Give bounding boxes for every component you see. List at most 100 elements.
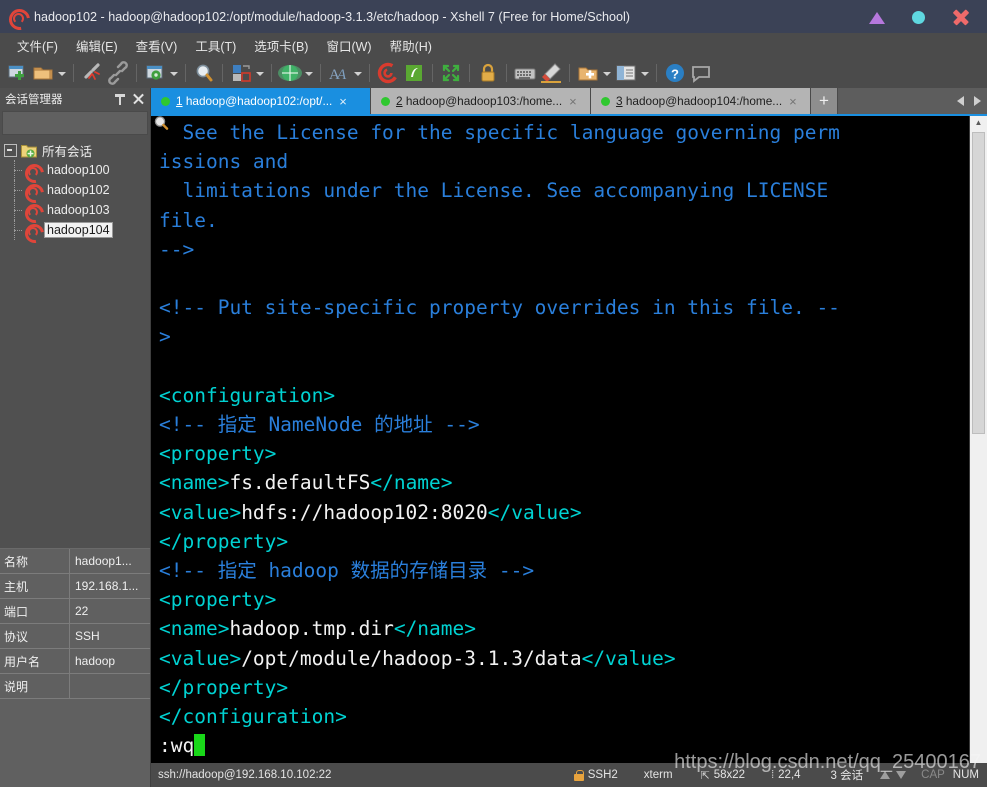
session-item-hadoop104[interactable]: hadoop104 (0, 219, 150, 247)
chevron-right-icon[interactable] (974, 96, 981, 106)
link-icon[interactable] (106, 61, 130, 85)
tab-bar-filler (838, 88, 987, 114)
menu-view[interactable]: 查看(V) (127, 33, 187, 58)
chevron-down-icon[interactable] (303, 61, 314, 85)
triangle-minimize-icon[interactable] (867, 7, 887, 27)
terminal-line: <property> (159, 585, 969, 614)
menu-edit[interactable]: 编辑(E) (67, 33, 127, 58)
menu-tools[interactable]: 工具(T) (186, 33, 245, 58)
xshell-icon[interactable] (376, 61, 400, 85)
tab-hadoop102[interactable]: 1 hadoop@hadoop102:/opt/... × (151, 88, 371, 114)
split-view-icon[interactable] (614, 61, 638, 85)
chevron-down-icon[interactable] (168, 61, 179, 85)
scroll-up-icon[interactable]: ▲ (975, 116, 983, 130)
tab-close-icon[interactable]: × (789, 95, 797, 108)
disconnect-icon[interactable] (80, 61, 104, 85)
circle-maximize-icon[interactable] (909, 7, 929, 27)
xshell-spiral-icon (4, 4, 35, 35)
terminal-line: :wq (159, 731, 969, 760)
tree-root-all-sessions[interactable]: 所有会话 (0, 141, 150, 160)
session-item-hadoop103[interactable]: hadoop103 (0, 199, 150, 227)
terminal-text: <!-- 指定 NameNode 的地址 --> (159, 413, 480, 437)
toolbar-separator (469, 64, 470, 82)
chevron-down-icon[interactable] (254, 61, 265, 85)
lock-icon[interactable] (476, 61, 500, 85)
terminal-line: <name>fs.defaultFS</name> (159, 468, 969, 497)
menu-tabs[interactable]: 选项卡(B) (245, 33, 317, 58)
main-body: 会话管理器 所有会话 hadoop100 hadoop102 hadoop103… (0, 88, 987, 787)
security-label: SSH2 (587, 769, 618, 781)
terminal-area: 1 hadoop@hadoop102:/opt/... × 2 hadoop@h… (151, 88, 987, 787)
new-tab-button[interactable]: + (811, 88, 838, 114)
chevron-left-icon[interactable] (957, 96, 964, 106)
keyboard-icon[interactable] (513, 61, 537, 85)
resize-icon: ⇱ (700, 769, 710, 782)
terminal-output[interactable]: See the License for the specific languag… (151, 116, 969, 763)
tab-hadoop104[interactable]: 3 hadoop@hadoop104:/home... × (591, 88, 811, 114)
chevron-down-icon[interactable] (352, 61, 363, 85)
globe-icon[interactable] (278, 61, 302, 85)
chat-icon[interactable] (689, 61, 713, 85)
chevron-down-icon[interactable] (56, 61, 67, 85)
session-tree: 所有会话 hadoop100 hadoop102 hadoop103 hadoo… (0, 135, 150, 548)
session-properties-icon[interactable] (143, 61, 167, 85)
property-row: 端口 22 (0, 599, 150, 624)
help-icon[interactable]: ? (663, 61, 687, 85)
session-icon (21, 219, 48, 247)
collapse-icon[interactable] (4, 144, 17, 157)
property-row: 用户名 hadoop (0, 649, 150, 674)
session-icon (21, 179, 48, 207)
font-icon[interactable]: A A (327, 61, 351, 85)
search-input[interactable] (3, 116, 152, 130)
find-icon[interactable] (192, 61, 216, 85)
size-label: 58x22 (713, 769, 746, 781)
session-icon (21, 159, 48, 187)
property-key: 主机 (0, 574, 70, 598)
property-value: 22 (75, 604, 89, 618)
scrollbar-thumb[interactable] (972, 132, 985, 434)
session-count: 3 会话 (830, 770, 864, 782)
menu-bar: 文件(F) 编辑(E) 查看(V) 工具(T) 选项卡(B) 窗口(W) 帮助(… (0, 33, 987, 58)
search-icon[interactable] (152, 114, 170, 132)
session-manager-title: 会话管理器 (5, 94, 63, 106)
tab-label: hadoop@hadoop104:/home... (622, 94, 783, 108)
tab-hadoop103[interactable]: 2 hadoop@hadoop103:/home... × (371, 88, 591, 114)
pin-icon[interactable] (113, 92, 128, 107)
highlight-icon[interactable] (539, 61, 563, 85)
terminal-text: <configuration> (159, 383, 336, 407)
terminal-text: <value> (159, 646, 242, 670)
chevron-down-icon[interactable] (601, 61, 612, 85)
property-value (70, 674, 150, 698)
cursor-position-icon: ⁞ (771, 769, 775, 781)
tab-close-icon[interactable]: × (339, 95, 347, 108)
close-icon[interactable] (131, 92, 146, 107)
open-folder-icon[interactable] (31, 61, 55, 85)
terminal-text: limitations under the License. See accom… (159, 179, 829, 203)
terminal-text: <property> (159, 588, 277, 612)
toolbar-separator (136, 64, 137, 82)
terminal-text: /opt/module/hadoop-3.1.3/data (241, 646, 582, 670)
terminal-text: <property> (159, 442, 277, 466)
chevron-down-icon[interactable] (639, 61, 650, 85)
lock-icon (573, 769, 584, 781)
terminal-scrollbar[interactable]: ▲ (969, 116, 987, 763)
upload-arrow-icon (880, 771, 891, 779)
toolbar-separator (222, 64, 223, 82)
menu-help[interactable]: 帮助(H) (381, 33, 441, 58)
status-dot (161, 96, 170, 106)
x-close-icon[interactable] (951, 7, 971, 27)
connection-status: ssh://hadoop@192.168.10.102:22 (158, 769, 332, 781)
layout-icon[interactable] (229, 61, 253, 85)
toolbar-separator (271, 64, 272, 82)
menu-window[interactable]: 窗口(W) (317, 33, 380, 58)
add-folder-icon[interactable] (576, 61, 600, 85)
xftp-icon[interactable] (402, 61, 426, 85)
fullscreen-icon[interactable] (439, 61, 463, 85)
menu-file[interactable]: 文件(F) (8, 33, 67, 58)
new-session-icon[interactable] (5, 61, 29, 85)
session-item-hadoop100[interactable]: hadoop100 (0, 159, 150, 187)
property-key: 协议 (0, 624, 70, 648)
session-search-box[interactable] (2, 111, 169, 135)
tab-close-icon[interactable]: × (569, 95, 577, 108)
session-item-hadoop102[interactable]: hadoop102 (0, 179, 150, 207)
